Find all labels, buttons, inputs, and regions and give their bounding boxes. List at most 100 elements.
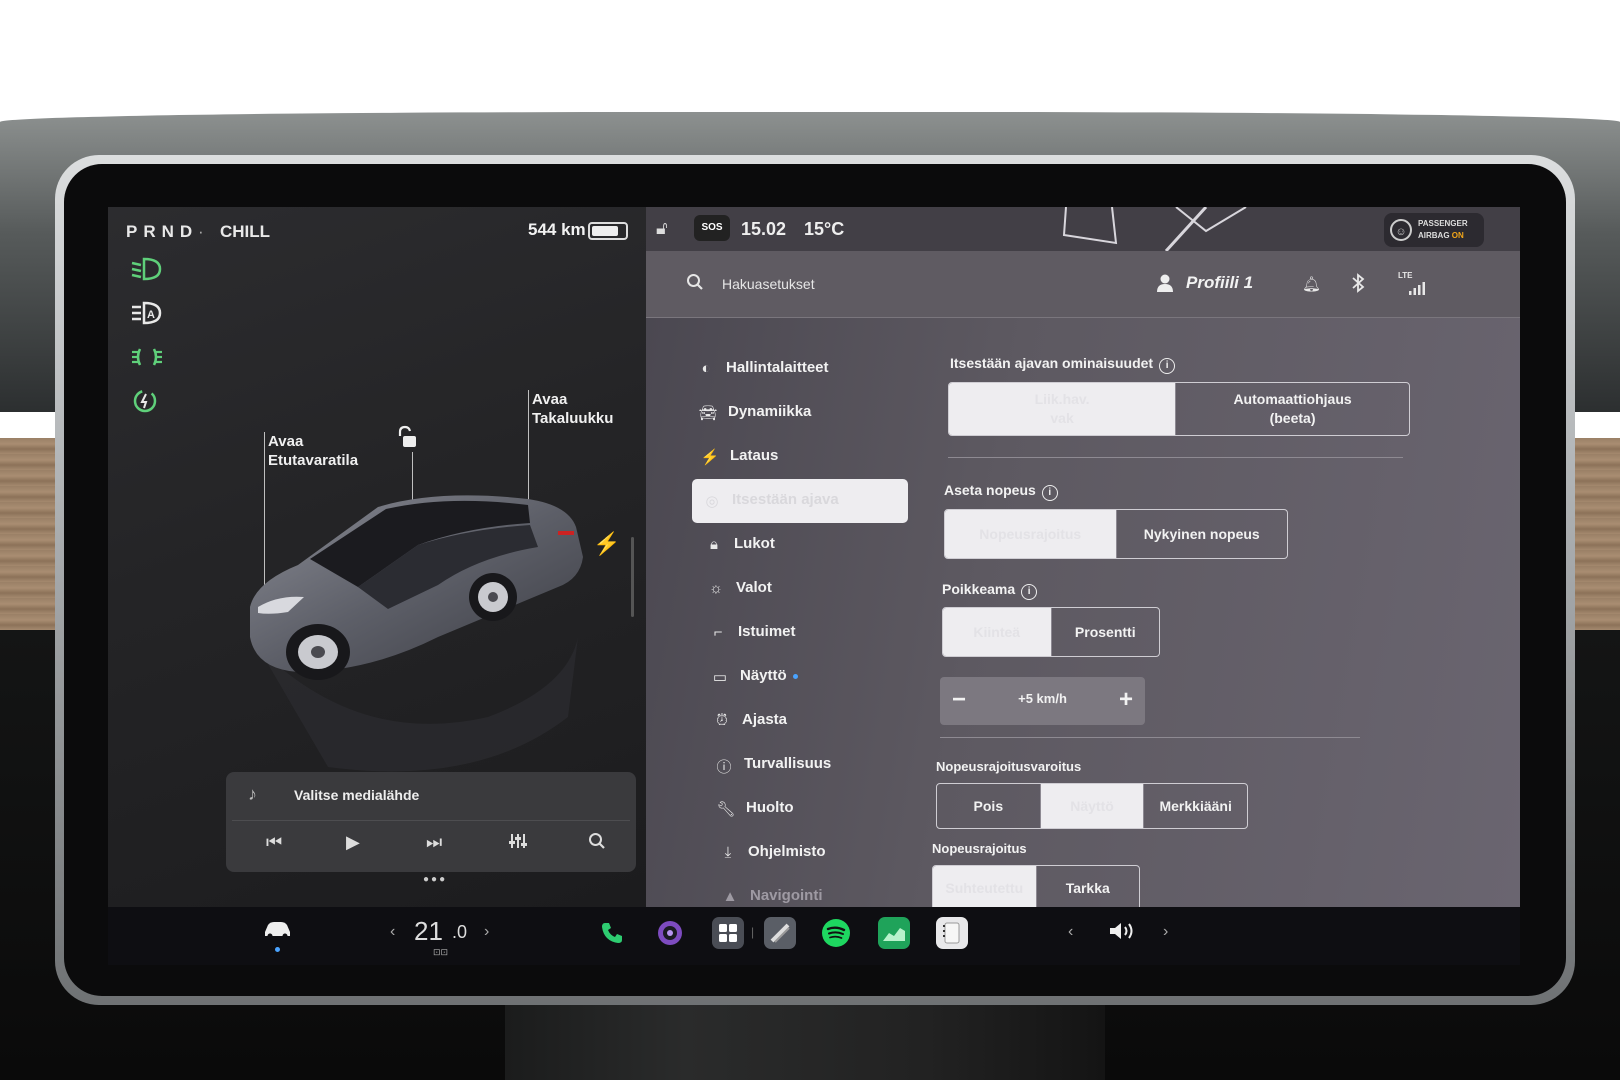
door-lock-icon[interactable]: 🔓︎ [656,218,668,239]
svg-text:A: A [147,309,155,321]
section-divider [948,457,1403,458]
low-beam-icon[interactable] [130,255,170,287]
option-off[interactable]: Pois [937,784,1040,828]
option-relative[interactable]: Suhteutettu [933,866,1036,910]
option-relative-label: Suhteutettu [945,879,1024,896]
display-icon: ▭ [712,669,728,686]
settings-panel: 🔓︎ SOS 15.02 15°C ☺ PASSENGER AIRBAG ON … [646,207,1520,911]
battery-icon[interactable] [588,222,628,240]
volume-down-chevron-icon[interactable]: ‹ [1068,923,1073,941]
plus-button[interactable]: + [1119,686,1133,714]
navigation-icon: ▲ [722,888,738,905]
media-search-icon[interactable] [588,832,606,855]
phone-app-icon[interactable] [596,917,628,949]
gear-indicator: PRND [126,222,199,241]
settings-nav: ◐ Hallintalaitteet 🚘︎ Dynamiikka ⚡ Lataus ◎ Its… [686,347,908,919]
offset-title: Poikkeama i [942,581,1038,600]
camera-app-icon[interactable] [654,917,686,949]
temp-up-chevron-icon[interactable]: › [484,923,489,941]
volume-up-chevron-icon[interactable]: › [1163,923,1168,941]
next-track-icon[interactable]: ⏭ [426,832,442,853]
trunk-callout[interactable]: Avaa Takaluukku [532,390,613,428]
previous-track-icon[interactable]: ⏮ [266,832,282,853]
nav-item-10[interactable]: ⓘ Turvallisuus [704,743,908,787]
car-icon[interactable] [262,919,292,945]
signal-strength-icon [1408,281,1428,298]
nav-item-7[interactable]: ⌐ Istuimet [698,611,908,655]
option-absolute[interactable]: Tarkka [1035,866,1140,910]
search-icon[interactable] [686,273,704,296]
option-speed-limit[interactable]: Nopeusrajoitus [945,510,1116,558]
charge-port-icon[interactable]: ⚡ [593,531,620,557]
option-chime[interactable]: Merkkiääni [1143,784,1247,828]
section-divider [940,737,1360,738]
set-speed-title: Aseta nopeus i [944,482,1058,501]
profile-name[interactable]: Profiili 1 [1186,273,1253,293]
volume-icon[interactable] [1108,920,1138,948]
car-3d-model[interactable] [238,487,598,787]
cabin-temperature[interactable]: 21 [414,916,443,947]
nav-item-4[interactable]: ◎ Itsestään ajava [692,479,908,523]
panel-scrollbar[interactable] [631,537,634,617]
nav-item-11[interactable]: 🔧︎ Huolto [706,787,908,831]
autopilot-features-title-text: Itsestään ajavan ominaisuudet [950,355,1154,371]
nav-item-label: Itsestään ajava [732,491,839,508]
media-source-title[interactable]: Valitse medialähde [294,787,419,803]
nav-item-1[interactable]: ◐ Hallintalaitteet [686,347,908,391]
app-launcher-icon[interactable] [712,917,744,949]
nav-item-9[interactable]: ⏰︎ Ajasta [702,699,908,743]
nav-item-6[interactable]: ☼ Valot [696,567,908,611]
option-current-speed[interactable]: Nykyinen nopeus [1115,510,1288,558]
regen-braking-icon[interactable] [130,387,170,419]
sos-button[interactable]: SOS [694,215,730,241]
navigation-app-icon[interactable] [764,917,796,949]
option-display[interactable]: Näyttö [1039,784,1144,828]
offset-selector: Kiinteä Prosentti [942,607,1160,657]
auto-high-beam-icon[interactable]: A [130,299,170,331]
option-autosteer[interactable]: Automaattiohjaus (beeta) [1175,383,1409,435]
option-fixed[interactable]: Kiinteä [943,608,1051,656]
bolt-icon: ⚡ [700,449,720,466]
option-tacc[interactable]: Liik.hav. vak [949,383,1176,435]
airbag-icon: ☺ [1390,219,1412,241]
option-percent[interactable]: Prosentti [1050,608,1160,656]
nav-item-3[interactable]: ⚡ Lataus [690,435,908,479]
nav-item-12[interactable]: ⤓ Ohjelmisto [708,831,908,875]
nav-item-label: Ohjelmisto [748,843,826,860]
play-icon[interactable]: ▶ [346,832,360,853]
profile-icon[interactable] [1156,273,1174,298]
bluetooth-icon[interactable] [1351,273,1365,298]
nav-item-label: Näyttö [740,667,798,684]
option-fixed-label: Kiinteä [973,623,1021,640]
notes-app-icon[interactable] [936,917,968,949]
option-absolute-label: Tarkka [1065,879,1110,896]
option-current-speed-label: Nykyinen nopeus [1143,525,1260,542]
frunk-callout[interactable]: Avaa Etutavaratila [268,432,358,470]
nav-item-5[interactable]: 🔒︎ Lukot [694,523,908,567]
nav-item-8[interactable]: ▭ Näyttö [700,655,908,699]
page-dots: ●●● [423,874,448,885]
energy-app-icon[interactable] [878,917,910,949]
equalizer-icon[interactable] [508,832,528,855]
info-icon[interactable]: i [1041,485,1058,501]
notification-bell-icon[interactable]: 🔔︎ [1302,275,1321,293]
outside-temperature: 15°C [804,219,845,239]
spotify-app-icon[interactable] [820,917,852,949]
range-readout[interactable]: 544 km [528,220,586,240]
seat-heater-icon[interactable]: ⊡⊡ [433,947,448,958]
media-player: ♪ Valitse medialähde ⏮ ▶ ⏭ [226,772,636,872]
bottom-dock: ‹ 21 .0 › ⊡⊡ | ‹ › [108,907,1520,965]
temp-down-chevron-icon[interactable]: ‹ [390,923,395,941]
alarm-clock-icon: ⏰︎ [716,712,728,729]
nav-item-label: Turvallisuus [744,755,832,772]
alert-circle-icon: ⓘ [716,759,732,776]
lights-column: A [130,255,170,431]
info-icon[interactable]: i [1021,584,1038,600]
drive-mode[interactable]: CHILL [220,222,270,242]
map-status-strip: 🔓︎ SOS 15.02 15°C ☺ PASSENGER AIRBAG ON [646,207,1520,251]
info-icon[interactable]: i [1159,358,1176,374]
nav-item-2[interactable]: 🚘︎ Dynamiikka [688,391,908,435]
unlock-icon[interactable] [396,425,416,447]
settings-search-input[interactable]: Hakuasetukset [722,276,815,292]
parking-lights-icon[interactable] [130,343,170,375]
